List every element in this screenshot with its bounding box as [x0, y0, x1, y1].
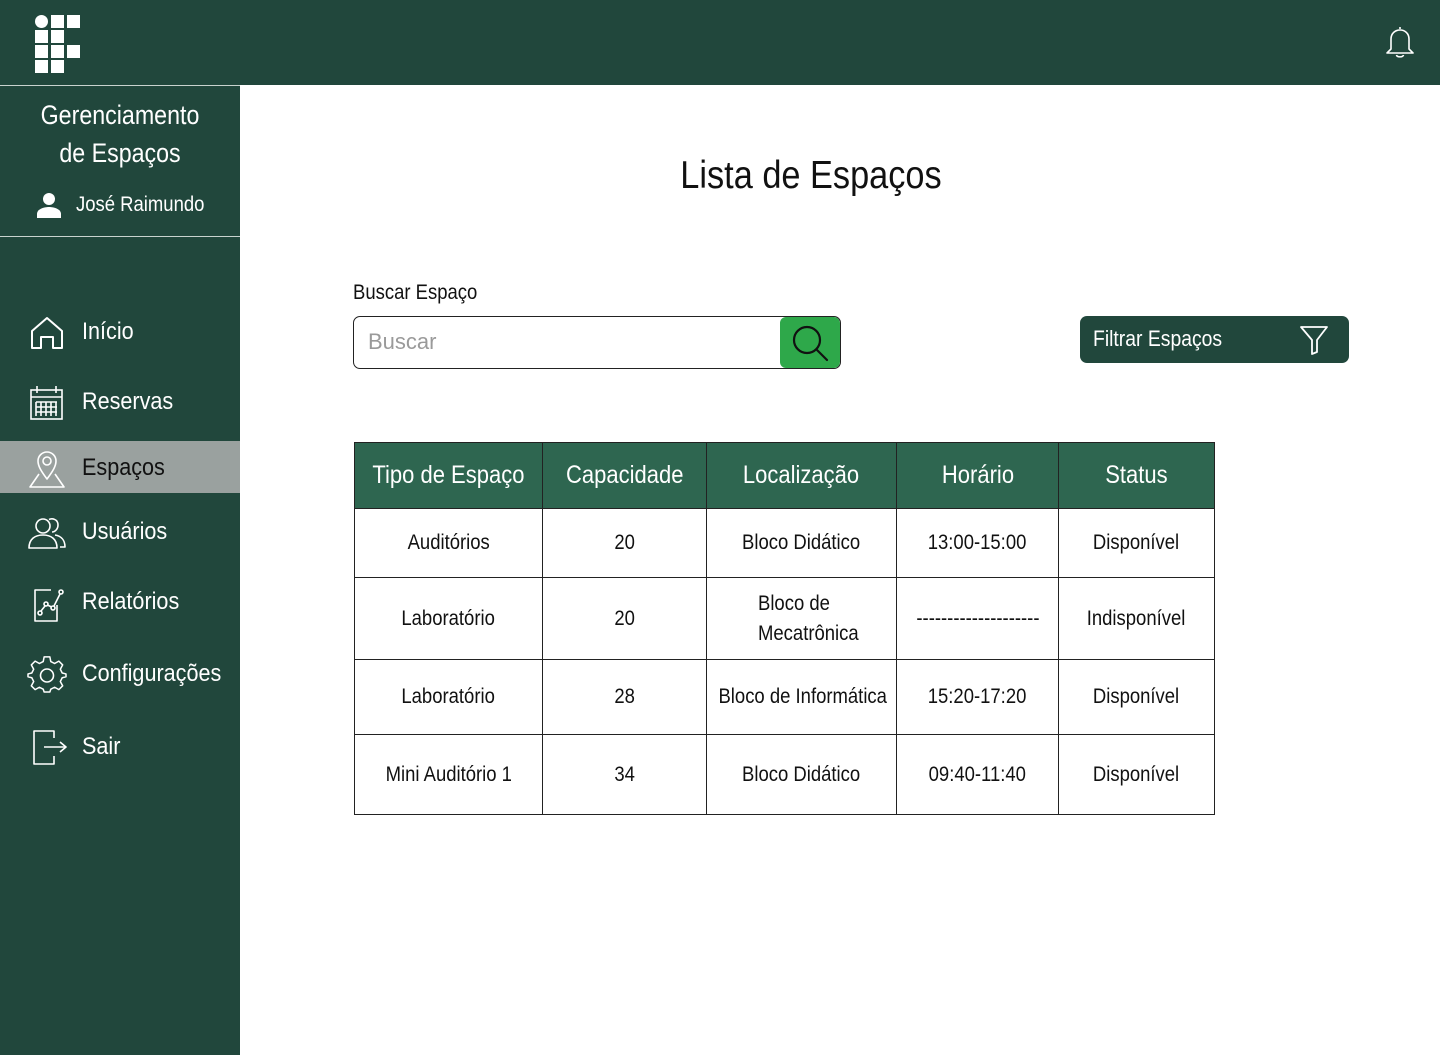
sidebar-item-label: Relatórios [82, 588, 180, 615]
notification-bell-icon[interactable] [1382, 24, 1418, 60]
table-row[interactable]: Auditórios 20 Bloco Didático 13:00-15:00… [354, 508, 1215, 578]
sidebar-item-reservas[interactable]: Reservas [0, 375, 240, 429]
table-cell: 34 [542, 734, 707, 815]
sidebar-item-label: Início [82, 318, 134, 345]
location-pin-icon [29, 451, 65, 488]
home-icon [31, 317, 63, 349]
sidebar-item-usuarios[interactable]: Usuários [0, 505, 240, 559]
table-cell: Disponível [1058, 508, 1215, 578]
user-name: José Raimundo [76, 193, 205, 216]
table-row[interactable]: Laboratório 28 Bloco de Informática 15:2… [354, 659, 1215, 735]
app-title-line1: Gerenciamento [40, 100, 200, 130]
table-header-row: Tipo de Espaço Capacidade Localização Ho… [354, 442, 1215, 509]
column-header-status[interactable]: Status [1058, 442, 1215, 509]
table-cell: Disponível [1058, 734, 1215, 815]
table-cell: 20 [542, 577, 707, 660]
search-box [353, 316, 841, 369]
column-header-localizacao[interactable]: Localização [706, 442, 897, 509]
filter-spaces-button[interactable]: Filtrar Espaços [1080, 316, 1349, 363]
table-row[interactable]: Laboratório 20 Bloco de Mecatrônica ----… [354, 577, 1215, 660]
table-cell: 09:40-11:40 [896, 734, 1059, 815]
table-cell: 28 [542, 659, 707, 735]
table-cell: Laboratório [354, 659, 543, 735]
table-cell: -------------------- [896, 577, 1059, 660]
sidebar-item-inicio[interactable]: Início [0, 305, 240, 359]
app-title-line2: de Espaços [59, 138, 181, 168]
search-input[interactable] [368, 326, 778, 358]
sidebar-item-label: Configurações [82, 660, 222, 687]
sidebar-item-label: Espaços [82, 454, 165, 481]
sidebar-item-espacos[interactable]: Espaços [0, 441, 240, 493]
sidebar-item-relatorios[interactable]: Relatórios [0, 575, 240, 629]
table-cell: 20 [542, 508, 707, 578]
spaces-table: Tipo de Espaço Capacidade Localização Ho… [354, 442, 1215, 815]
gear-icon [27, 656, 67, 693]
table-row[interactable]: Mini Auditório 1 34 Bloco Didático 09:40… [354, 734, 1215, 815]
filter-funnel-icon [1300, 326, 1328, 355]
column-header-capacidade[interactable]: Capacidade [542, 442, 707, 509]
table-cell: 13:00-15:00 [896, 508, 1059, 578]
table-cell: 15:20-17:20 [896, 659, 1059, 735]
report-chart-icon [34, 589, 64, 622]
sidebar-item-configuracoes[interactable]: Configurações [0, 647, 240, 701]
table-cell: Auditórios [354, 508, 543, 578]
sidebar: Gerenciamento de Espaços José Raimundo I… [0, 85, 240, 1055]
sidebar-brand: Gerenciamento de Espaços José Raimundo [0, 85, 240, 237]
user-icon [37, 193, 61, 218]
search-icon [792, 325, 829, 362]
table-cell: Bloco de Mecatrônica [706, 577, 897, 660]
search-button[interactable] [780, 317, 840, 368]
page-title: Lista de Espaços [680, 154, 942, 197]
top-bar [0, 0, 1440, 85]
sidebar-item-label: Usuários [82, 518, 168, 545]
table-cell: Disponível [1058, 659, 1215, 735]
institution-logo-icon [35, 15, 80, 73]
sidebar-item-sair[interactable]: Sair [0, 720, 240, 774]
logout-icon [33, 730, 67, 765]
table-cell: Indisponível [1058, 577, 1215, 660]
sidebar-item-label: Sair [82, 733, 121, 760]
table-cell: Bloco Didático [706, 508, 897, 578]
table-cell: Bloco de Informática [706, 659, 897, 735]
search-label: Buscar Espaço [353, 281, 478, 304]
column-header-tipo[interactable]: Tipo de Espaço [354, 442, 543, 509]
app-title: Gerenciamento de Espaços [17, 96, 223, 172]
column-header-horario[interactable]: Horário [896, 442, 1059, 509]
calendar-icon [30, 386, 63, 420]
table-cell: Laboratório [354, 577, 543, 660]
users-icon [28, 518, 66, 549]
sidebar-item-label: Reservas [82, 388, 174, 415]
table-cell: Bloco Didático [706, 734, 897, 815]
table-cell: Mini Auditório 1 [354, 734, 543, 815]
filter-label: Filtrar Espaços [1093, 326, 1223, 351]
